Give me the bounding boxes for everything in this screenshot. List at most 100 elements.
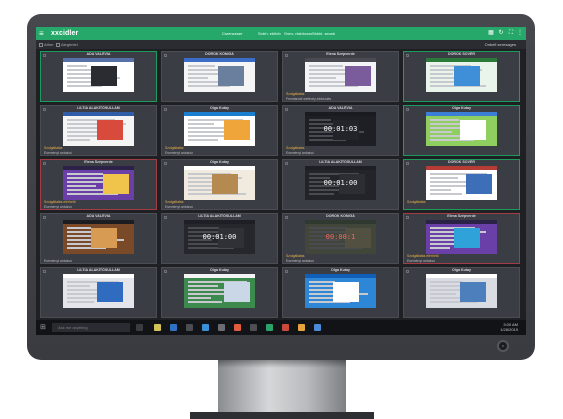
screen-tile[interactable]: Olga Kutay Szolgáltatás Eseményt anbaisó [161, 159, 278, 210]
screen-thumbnail[interactable] [426, 112, 497, 146]
screen-tile[interactable]: DORÖK SÖVÉR Szolgáltatás [403, 159, 520, 210]
tile-note: Eseményt anbaisó [44, 259, 72, 263]
screen-thumbnail[interactable] [426, 58, 497, 92]
screen-thumbnail[interactable] [184, 58, 255, 92]
toolbar: Ather Alegtmtel Onbefi seresages [36, 40, 526, 49]
tile-user-name: DORÖK SÖVÉR [448, 52, 475, 56]
screen-tile[interactable]: Olga Kutay [403, 105, 520, 156]
offline-timer: 00:01:03 [305, 112, 376, 146]
screen-thumbnail[interactable] [63, 220, 134, 254]
screen-thumbnail[interactable] [63, 112, 134, 146]
screen-thumbnail[interactable] [426, 166, 497, 200]
screen-tile[interactable]: DORÖK KÖNIGÁ [161, 51, 278, 102]
app-header: ≡ xxcidler Csrenceser Sntrh. ebfieb Srmv… [36, 27, 526, 40]
screen-thumbnail[interactable] [305, 274, 376, 308]
app-logo: xxcidler [51, 30, 79, 37]
screen-tile[interactable]: LILTIA ALAKÍTÓSÜLLAM [40, 267, 157, 318]
screen-tile[interactable]: LILTIA ALAKÍTÓSÜLLAM Szolgáltatás Eseményt… [40, 105, 157, 156]
header-link-2[interactable]: Sntrh. ebfieb [258, 30, 281, 37]
header-link-4[interactable]: Sbbbl. seosb [312, 30, 335, 37]
app-icon-2[interactable] [218, 324, 225, 331]
offline-timer: 00:00:1 [305, 220, 376, 254]
screen-tile[interactable]: Elena Szépverde Szolgáltatás Fenntartott w… [282, 51, 399, 102]
windows-start-icon[interactable]: ⊞ [40, 324, 48, 332]
tile-user-name: ADA VALÉVIA [86, 214, 111, 218]
screen-tile[interactable]: Olga Kutay [403, 267, 520, 318]
tile-alert: Szolgáltatás [165, 146, 184, 150]
tile-user-name: Olga Kutay [210, 160, 229, 164]
tile-user-name: Elena Szépverde [84, 160, 113, 164]
screen-tile[interactable]: ADA VALÉVIA [40, 51, 157, 102]
filter-all[interactable]: Ather [39, 42, 54, 47]
filter-alerts[interactable]: Alegtmtel [56, 42, 78, 47]
app-icon-4[interactable] [250, 324, 257, 331]
timer-text: 00:01:00 [202, 233, 237, 241]
screen-tile[interactable]: LILTIA ALAKÍTÓSÜLLAM 00:01:00 [282, 159, 399, 210]
app-icon-1[interactable] [202, 324, 209, 331]
power-button-icon [497, 340, 509, 352]
tile-note: Eseményt anbaisó [44, 151, 72, 155]
grid-icon[interactable]: ▦ [488, 29, 494, 37]
store-icon[interactable] [186, 324, 193, 331]
fullscreen-icon[interactable]: ⛶ [508, 29, 514, 37]
app-icon-3[interactable] [234, 324, 241, 331]
tile-note: Eseményt anbaisó [407, 259, 435, 263]
header-link-1[interactable]: Csrenceser [222, 30, 242, 37]
screens-grid: ADA VALÉVIA DORÖK KÖNIGÁ Elena Szépverde Sz… [40, 51, 522, 318]
stand-shadow [218, 360, 346, 368]
tile-alert: Szolgáltatás elérhető [44, 200, 76, 204]
screen: ≡ xxcidler Csrenceser Sntrh. ebfieb Srmv… [36, 27, 526, 335]
tile-alert: Szolgáltatás [165, 200, 184, 204]
hamburger-menu-icon[interactable]: ≡ [39, 29, 47, 38]
app-icon-7[interactable] [298, 324, 305, 331]
monitor-stand [218, 360, 346, 419]
more-icon[interactable]: ⋮ [517, 29, 523, 37]
screen-tile[interactable]: Elena Szépverde Szolgáltatás elérhető Esem… [403, 213, 520, 264]
tile-user-name: DORÖK SÖVÉR [448, 160, 475, 164]
screen-thumbnail[interactable] [63, 58, 134, 92]
screen-tile[interactable]: LILTIA ALAKÍTÓSÜLLAM 00:01:00 [161, 213, 278, 264]
screen-tile[interactable]: Olga Kutay [282, 267, 399, 318]
screen-tile[interactable]: Elena Szépverde Szolgáltatás elérhető Esem… [40, 159, 157, 210]
tile-user-name: Olga Kutay [331, 268, 350, 272]
tile-note: Eseményt anbaisó [165, 205, 193, 209]
file-explorer-icon[interactable] [154, 324, 161, 331]
screen-thumbnail[interactable] [184, 112, 255, 146]
screen-thumbnail[interactable] [184, 166, 255, 200]
screen-tile[interactable]: ADA VALÉVIA Eseményt anbaisó [40, 213, 157, 264]
tile-alert: Szolgáltatás [286, 146, 305, 150]
screen-tile[interactable]: Olga Kutay Szolgáltatás Eseményt anbaisó [161, 105, 278, 156]
screen-thumbnail[interactable] [63, 166, 134, 200]
tile-user-name: Elena Szépverde [447, 214, 476, 218]
tile-user-name: DORÖK KÖNIGÁ [326, 214, 355, 218]
timer-text: 00:01:00 [323, 179, 358, 187]
tile-note: Fenntartott webhely-blokkolás [286, 97, 332, 101]
tile-user-name: Elena Szépverde [326, 52, 355, 56]
header-link-3[interactable]: Srmv. nlsbbcsnr [284, 30, 312, 37]
app-icon-8[interactable] [314, 324, 321, 331]
app-icon-5[interactable] [266, 324, 273, 331]
screen-tile[interactable]: DORÖK SÖVÉR [403, 51, 520, 102]
refresh-icon[interactable]: ↻ [498, 29, 504, 37]
monitor-base [190, 412, 374, 419]
tile-user-name: LILTIA ALAKÍTÓSÜLLAM [198, 214, 241, 218]
tile-user-name: ADA VALÉVIA [86, 52, 111, 56]
offline-timer: 00:01:00 [305, 166, 376, 200]
screen-thumbnail[interactable] [184, 274, 255, 308]
edge-icon[interactable] [170, 324, 177, 331]
taskbar: ⊞ Ask me anything 3:00 AM 1/28/2019 [36, 320, 526, 335]
tile-user-name: LILTIA ALAKÍTÓSÜLLAM [77, 268, 120, 272]
app-icon-6[interactable] [282, 324, 289, 331]
tile-note: Eseményt anbaisó [165, 151, 193, 155]
screen-tile[interactable]: ADA VALÉVIA 00:01:03 Szolgáltatás Eseményt … [282, 105, 399, 156]
toolbar-button[interactable]: Onbefi seresages [485, 42, 516, 47]
taskbar-search[interactable]: Ask me anything [52, 323, 130, 332]
task-view-icon[interactable] [136, 324, 143, 331]
screen-thumbnail[interactable] [426, 274, 497, 308]
screen-thumbnail[interactable] [305, 58, 376, 92]
screen-tile[interactable]: DORÖK KÖNIGÁ 00:00:1 Szolgáltatás Eseményt … [282, 213, 399, 264]
screen-thumbnail[interactable] [426, 220, 497, 254]
screen-tile[interactable]: Olga Kutay [161, 267, 278, 318]
tile-user-name: LILTIA ALAKÍTÓSÜLLAM [319, 160, 362, 164]
screen-thumbnail[interactable] [63, 274, 134, 308]
